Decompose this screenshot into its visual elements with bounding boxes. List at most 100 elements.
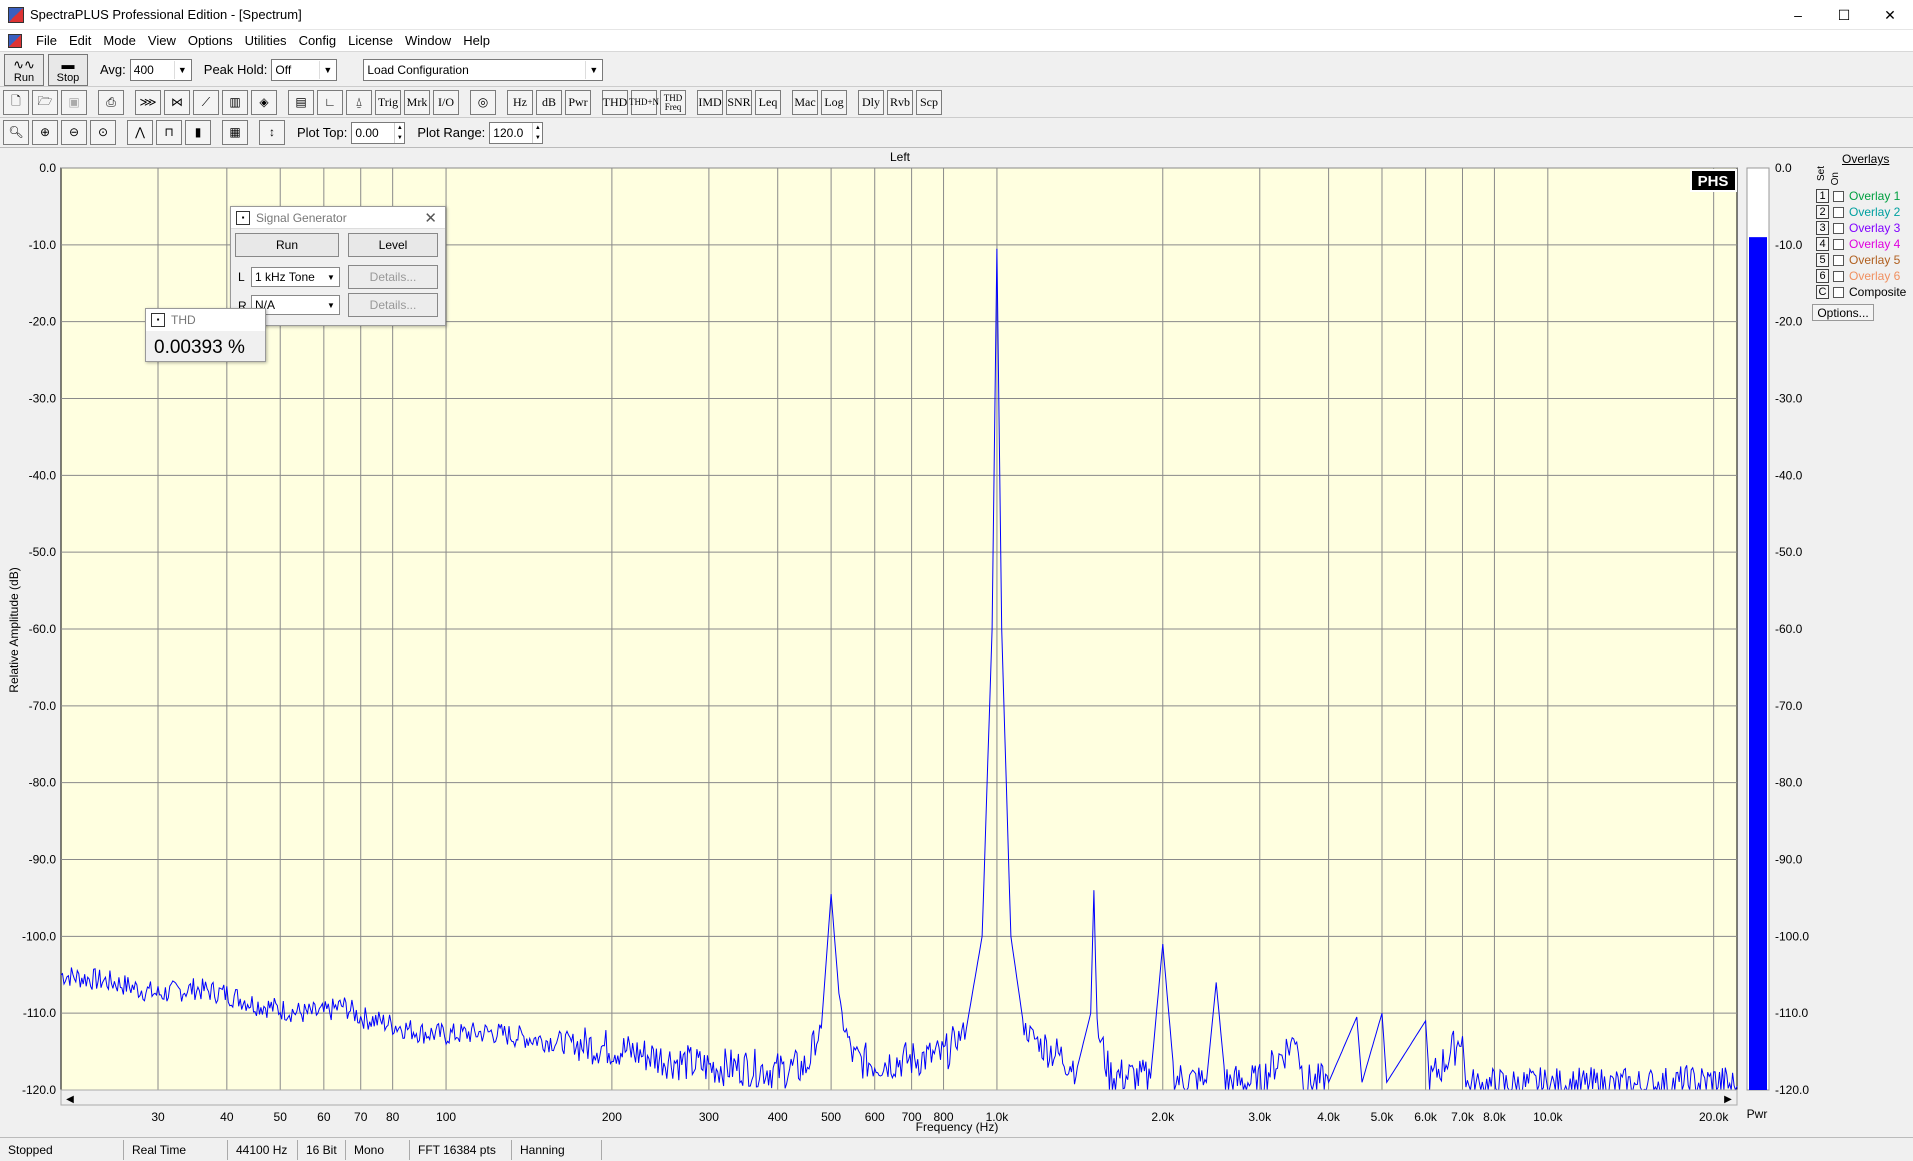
run-button[interactable]: ∿∿ Run: [4, 53, 44, 86]
menu-mode[interactable]: Mode: [97, 33, 142, 48]
power-meter-bar: [1749, 237, 1767, 1090]
chevron-down-icon: ▼: [327, 300, 335, 310]
meter-tick-label: -90.0: [1775, 853, 1803, 867]
overlay-checkbox[interactable]: [1833, 270, 1844, 282]
thd-freq-button[interactable]: THD Freq: [660, 90, 686, 115]
mrk-button[interactable]: Mrk: [404, 90, 430, 115]
load-configuration-select[interactable]: Load Configuration ▼: [363, 58, 604, 81]
log-button[interactable]: Log: [821, 90, 847, 115]
phase-button[interactable]: ⟋: [193, 90, 219, 115]
scp-button[interactable]: Scp: [916, 90, 942, 115]
imd-button[interactable]: IMD: [697, 90, 723, 115]
time-series-button[interactable]: ⋙: [135, 90, 161, 115]
status-bar: Stopped Real Time 44100 Hz 16 Bit Mono F…: [0, 1137, 1913, 1161]
scale-button[interactable]: ↕: [259, 120, 285, 145]
close-button[interactable]: ✕: [1867, 0, 1913, 30]
zoom-in-2x-button[interactable]: ⊕: [32, 120, 58, 145]
overlay-label: Overlay 6: [1849, 269, 1901, 283]
rvb-button[interactable]: Rvb: [887, 90, 913, 115]
composite-checkbox[interactable]: [1833, 286, 1844, 298]
horizontal-scrollbar[interactable]: [60, 1089, 1738, 1106]
axis-button[interactable]: ∟: [317, 90, 343, 115]
overlay-checkbox[interactable]: [1833, 254, 1844, 266]
menu-window[interactable]: Window: [399, 33, 457, 48]
overlay-set-button[interactable]: 1: [1816, 189, 1829, 203]
print-button[interactable]: ⎙: [98, 90, 124, 115]
stop-button[interactable]: ▬ Stop: [48, 53, 88, 86]
thd-n-button[interactable]: THD+N: [629, 90, 659, 115]
menu-config[interactable]: Config: [293, 33, 343, 48]
overlay-set-button[interactable]: 3: [1816, 221, 1829, 235]
overlay-set-button[interactable]: 5: [1816, 253, 1829, 267]
overlay-row: C Composite: [1816, 284, 1906, 300]
spin-arrows-icon[interactable]: ▲ ▼: [532, 122, 542, 143]
zoom-button[interactable]: 🔍︎: [3, 120, 29, 145]
pwr-button[interactable]: Pwr: [565, 90, 591, 115]
db-button[interactable]: dB: [536, 90, 562, 115]
calibrate-button[interactable]: ⍙: [346, 90, 372, 115]
overlay-set-button[interactable]: 2: [1816, 205, 1829, 219]
peak-hold-select[interactable]: Off ▼: [271, 58, 338, 81]
save-button[interactable]: ▣: [61, 90, 87, 115]
maximize-button[interactable]: ☐: [1821, 0, 1867, 30]
spectrum-button[interactable]: ⋈: [164, 90, 190, 115]
overlay-checkbox[interactable]: [1833, 222, 1844, 234]
overlay-set-button[interactable]: 6: [1816, 269, 1829, 283]
step-plot-button[interactable]: ⊓: [156, 120, 182, 145]
dly-button[interactable]: Dly: [858, 90, 884, 115]
overlay-checkbox[interactable]: [1833, 206, 1844, 218]
minimize-button[interactable]: –: [1775, 0, 1821, 30]
plot-top-input[interactable]: 0.00 ▲ ▼: [351, 121, 406, 144]
signal-generator-button[interactable]: ◎: [470, 90, 496, 115]
generator-level-button[interactable]: Level: [348, 233, 438, 257]
3d-surface-button[interactable]: ◈: [251, 90, 277, 115]
thd-button[interactable]: THD: [602, 90, 628, 115]
mac-button[interactable]: Mac: [792, 90, 818, 115]
overlay-options-button[interactable]: Options...: [1812, 304, 1874, 321]
hz-button[interactable]: Hz: [507, 90, 533, 115]
menu-view[interactable]: View: [142, 33, 182, 48]
signal-generator-titlebar[interactable]: ▪ Signal Generator ✕: [231, 207, 445, 229]
plot-range-input[interactable]: 120.0 ▲ ▼: [489, 121, 544, 144]
x-tick-label: 100: [436, 1110, 456, 1124]
io-button[interactable]: I/O: [433, 90, 459, 115]
menu-license[interactable]: License: [342, 33, 399, 48]
zoom-full-button[interactable]: ⊙: [90, 120, 116, 145]
right-details-button[interactable]: Details...: [348, 293, 438, 317]
open-file-button[interactable]: 🗁: [32, 90, 58, 115]
avg-select[interactable]: 400 ▼: [129, 58, 192, 81]
y-tick-label: -80.0: [29, 776, 57, 790]
scroll-right-icon[interactable]: ▶: [1724, 1094, 1732, 1105]
menu-edit[interactable]: Edit: [63, 33, 97, 48]
settings-button[interactable]: ▦: [222, 120, 248, 145]
scroll-left-icon[interactable]: ◀: [66, 1094, 74, 1105]
status-bit-depth: 16 Bit: [298, 1139, 346, 1160]
close-icon[interactable]: ✕: [424, 209, 437, 227]
overlay-set-button[interactable]: 4: [1816, 237, 1829, 251]
leq-button[interactable]: Leq: [755, 90, 781, 115]
generator-run-button[interactable]: Run: [235, 233, 339, 257]
new-file-button[interactable]: 🗋: [3, 90, 29, 115]
menu-file[interactable]: File: [30, 33, 63, 48]
overlay-checkbox[interactable]: [1833, 190, 1844, 202]
y-tick-label: -30.0: [29, 392, 57, 406]
overlay-checkbox[interactable]: [1833, 238, 1844, 250]
document-icon[interactable]: [8, 33, 22, 48]
overlays-header[interactable]: Overlays: [1842, 152, 1889, 166]
spectrogram-button[interactable]: ▥: [222, 90, 248, 115]
left-details-button[interactable]: Details...: [348, 265, 438, 289]
composite-set-button[interactable]: C: [1816, 285, 1829, 299]
menu-help[interactable]: Help: [457, 33, 496, 48]
bar-plot-button[interactable]: ▮: [185, 120, 211, 145]
menu-options[interactable]: Options: [182, 33, 239, 48]
thd-titlebar[interactable]: ▪ THD: [146, 309, 265, 331]
table-button[interactable]: ▤: [288, 90, 314, 115]
spin-arrows-icon[interactable]: ▲ ▼: [394, 122, 404, 143]
zoom-out-2x-button[interactable]: ⊖: [61, 120, 87, 145]
line-plot-button[interactable]: ⋀: [127, 120, 153, 145]
menu-utilities[interactable]: Utilities: [239, 33, 293, 48]
snr-button[interactable]: SNR: [726, 90, 752, 115]
trig-button[interactable]: Trig: [375, 90, 401, 115]
status-sample-rate: 44100 Hz: [228, 1139, 298, 1160]
left-signal-select[interactable]: 1 kHz Tone ▼: [251, 267, 340, 287]
